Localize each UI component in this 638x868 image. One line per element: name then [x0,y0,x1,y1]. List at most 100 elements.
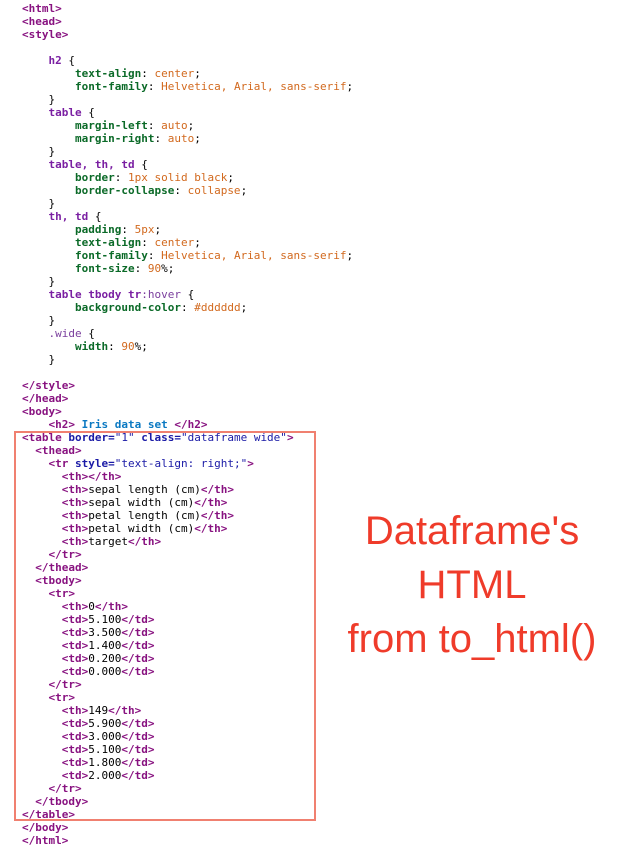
code-line: width: 90%; [22,340,353,353]
code-token: Iris data set [75,418,175,431]
code-token: center [154,236,195,249]
code-token: border [74,171,115,184]
code-token: background-color [74,301,181,314]
code-token: collapse [187,184,241,197]
code-token: : [174,184,188,197]
code-token: : [147,249,162,262]
code-token: Helvetica, Arial, sans-serif [161,249,347,262]
code-line: font-family: Helvetica, Arial, sans-seri… [22,80,353,93]
code-token: %; [161,262,175,275]
code-line: } [22,353,353,366]
code-line: padding: 5px; [22,223,353,236]
code-token: text-align [74,67,142,80]
code-token: { [180,288,195,301]
code-token: 5px [134,223,155,236]
code-token: </head> [22,392,69,405]
code-token: table tbody tr [48,288,142,301]
code-line: table tbody tr:hover { [22,288,353,301]
code-token: <html> [22,2,62,15]
code-line: th, td { [22,210,353,223]
code-line: } [22,197,353,210]
code-token: : [121,223,135,236]
code-token: ; [194,132,201,145]
annotation-line-3: from to_html() [347,617,597,661]
code-token: ; [346,249,354,262]
code-token: 90 [147,262,162,275]
code-token: ; [187,119,195,132]
code-token: } [22,353,56,366]
code-line: } [22,93,353,106]
code-line: table { [22,106,353,119]
code-token: Helvetica, Arial, sans-serif [161,80,347,93]
code-token: <body> [22,405,62,418]
code-token: : [154,132,168,145]
code-line: <body> [22,405,353,418]
code-line: } [22,145,353,158]
code-token: </body> [22,821,69,834]
code-token: : [180,301,195,314]
code-token: : [147,119,162,132]
code-token: <head> [22,15,62,28]
code-token: ; [227,171,234,184]
code-token: { [134,158,148,171]
code-line: border-collapse: collapse; [22,184,353,197]
code-line: table, th, td { [22,158,353,171]
code-line: h2 { [22,54,353,67]
code-token: : [134,262,148,275]
code-line: text-align: center; [22,236,353,249]
code-token: border-collapse [74,184,175,197]
code-line: </html> [22,834,353,847]
code-token: : [141,236,155,249]
code-token: 1px solid black [127,171,228,184]
code-token: { [88,210,102,223]
code-token: ; [194,67,201,80]
code-token: <h2> [48,418,76,431]
code-line: background-color: #dddddd; [22,301,353,314]
code-token: auto [161,119,188,132]
code-token: font-size [74,262,135,275]
code-token: } [22,197,56,210]
code-line: .wide { [22,327,353,340]
highlight-box [14,431,316,821]
code-token: 90 [121,340,135,353]
code-token: : [114,171,128,184]
annotation-text: Dataframe's HTML from to_html() [322,504,622,666]
code-token: ; [240,301,248,314]
code-line: <h2> Iris data set </h2> [22,418,353,431]
code-token: : [108,340,122,353]
code-line: margin-right: auto; [22,132,353,145]
code-line: margin-left: auto; [22,119,353,132]
code-token: : [141,67,155,80]
code-line: text-align: center; [22,67,353,80]
code-token: table, th, td [48,158,135,171]
code-token: center [154,67,195,80]
code-token: </h2> [174,418,208,431]
code-line: <head> [22,15,353,28]
code-line: font-size: 90%; [22,262,353,275]
code-token: :hover [141,288,181,301]
code-line: border: 1px solid black; [22,171,353,184]
code-line: <html> [22,2,353,15]
code-line: <style> [22,28,353,41]
code-token: margin-right [74,132,155,145]
code-line: </head> [22,392,353,405]
code-line: font-family: Helvetica, Arial, sans-seri… [22,249,353,262]
code-line: } [22,314,353,327]
code-token: } [22,275,56,288]
code-line: </style> [22,379,353,392]
code-token: #dddddd [194,301,241,314]
